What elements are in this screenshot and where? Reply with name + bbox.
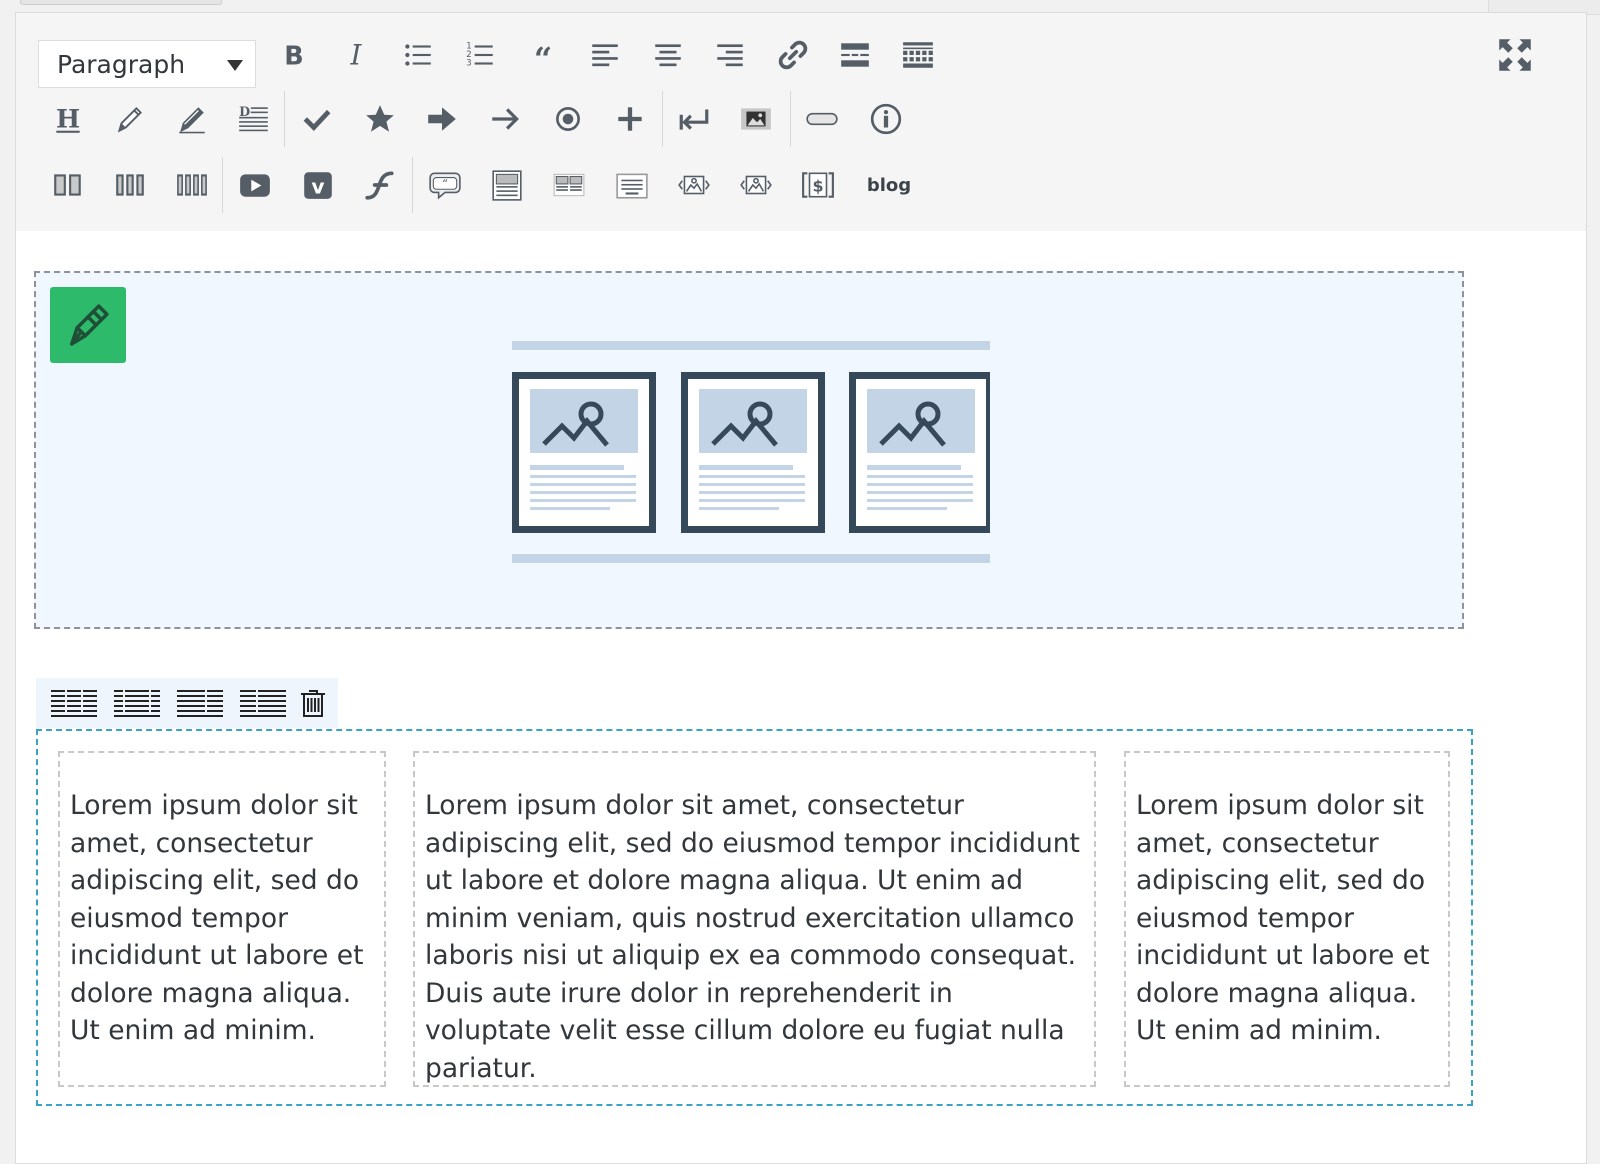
bullet-list-icon[interactable]: [394, 31, 442, 79]
toolbar-divider: [222, 157, 223, 213]
arrow-bold-icon[interactable]: [418, 95, 466, 143]
svg-text:3: 3: [466, 59, 471, 69]
editor-frame: Paragraph B I 123 “ H D v “ $ blog Lorem…: [15, 12, 1587, 1164]
layout-equal-columns-icon[interactable]: [49, 686, 99, 720]
align-right-icon[interactable]: [706, 31, 754, 79]
blockquote-icon[interactable]: “: [519, 31, 567, 79]
toolbar-divider: [412, 157, 413, 213]
format-select-value: Paragraph: [57, 49, 186, 79]
three-columns-icon[interactable]: [106, 161, 154, 209]
two-columns-icon[interactable]: [44, 161, 92, 209]
columns-row[interactable]: Lorem ipsum dolor sit amet, consectetur …: [36, 729, 1473, 1106]
toolbar-divider: [662, 91, 663, 147]
fullscreen-icon[interactable]: [1491, 31, 1539, 79]
column-1[interactable]: Lorem ipsum dolor sit amet, consectetur …: [58, 751, 386, 1087]
arrow-thin-icon[interactable]: [481, 95, 529, 143]
svg-text:I: I: [350, 39, 363, 72]
info-icon[interactable]: [862, 95, 910, 143]
numbered-list-icon[interactable]: 123: [456, 31, 504, 79]
layout-wide-center-icon[interactable]: [112, 686, 162, 720]
toolbar-row-3: v “ $ blog: [26, 153, 1506, 217]
column-2[interactable]: Lorem ipsum dolor sit amet, consectetur …: [413, 751, 1096, 1087]
svg-text:$: $: [812, 176, 823, 195]
row-layout-toolbar: [36, 678, 338, 728]
layout-wide-left-icon[interactable]: [175, 686, 225, 720]
four-columns-icon[interactable]: [168, 161, 216, 209]
column-text[interactable]: Lorem ipsum dolor sit amet, consectetur …: [1136, 790, 1429, 1046]
layout-grid-icon[interactable]: [545, 161, 593, 209]
svg-text:“: “: [442, 177, 448, 191]
blog-button[interactable]: blog: [859, 161, 919, 209]
layout-wide-right-icon[interactable]: [238, 686, 288, 720]
checkmark-icon[interactable]: [293, 95, 341, 143]
svg-text:v: v: [311, 175, 324, 199]
column-3[interactable]: Lorem ipsum dolor sit amet, consectetur …: [1124, 751, 1450, 1087]
svg-text:H: H: [56, 105, 80, 135]
vimeo-icon[interactable]: v: [294, 161, 342, 209]
testimonial-icon[interactable]: “: [421, 161, 469, 209]
image-icon[interactable]: [732, 95, 780, 143]
radio-dot-icon[interactable]: [544, 95, 592, 143]
carousel-icon[interactable]: [670, 161, 718, 209]
editor-toolbar: Paragraph B I 123 “ H D v “ $ blog: [16, 13, 1586, 232]
pricing-icon[interactable]: $: [794, 161, 842, 209]
layout-text-icon[interactable]: [608, 161, 656, 209]
align-left-icon[interactable]: [581, 31, 629, 79]
flash-icon[interactable]: [356, 161, 404, 209]
toolbar-divider: [284, 91, 285, 147]
pencil-icon[interactable]: [106, 95, 154, 143]
pencil-alt-icon[interactable]: [168, 95, 216, 143]
button-shape-icon[interactable]: [798, 95, 846, 143]
toolbar-row-1: Paragraph B I 123 “: [26, 23, 1506, 88]
bold-icon[interactable]: B: [270, 31, 318, 79]
layout-stacked-icon[interactable]: [483, 161, 531, 209]
italic-icon[interactable]: I: [332, 31, 380, 79]
svg-text:“: “: [534, 40, 552, 72]
link-icon[interactable]: [769, 31, 817, 79]
return-icon[interactable]: [670, 95, 718, 143]
align-center-icon[interactable]: [644, 31, 692, 79]
toolbar-divider: [790, 91, 791, 147]
format-select[interactable]: Paragraph: [38, 40, 256, 88]
tab-stub: [20, 0, 222, 5]
svg-text:B: B: [284, 42, 303, 72]
gallery-placeholder-block[interactable]: [34, 271, 1464, 629]
dropcap-icon[interactable]: D: [230, 95, 278, 143]
toolbar-row-2: H D: [26, 87, 1506, 151]
star-icon[interactable]: [356, 95, 404, 143]
column-text[interactable]: Lorem ipsum dolor sit amet, consectetur …: [70, 790, 363, 1046]
heading-icon[interactable]: H: [44, 95, 92, 143]
blog-label: blog: [866, 174, 912, 196]
trash-icon[interactable]: [288, 686, 338, 720]
read-more-icon[interactable]: [831, 31, 879, 79]
gallery-placeholder-icon: [512, 341, 990, 563]
carousel-alt-icon[interactable]: [732, 161, 780, 209]
plus-icon[interactable]: [606, 95, 654, 143]
chevron-down-icon: [227, 60, 243, 71]
editor-content[interactable]: Lorem ipsum dolor sit amet, consectetur …: [16, 231, 1586, 1163]
toolbar-toggle-icon[interactable]: [894, 31, 942, 79]
column-text[interactable]: Lorem ipsum dolor sit amet, consectetur …: [425, 790, 1080, 1084]
edit-pencil-icon[interactable]: [50, 287, 126, 363]
youtube-icon[interactable]: [231, 161, 279, 209]
